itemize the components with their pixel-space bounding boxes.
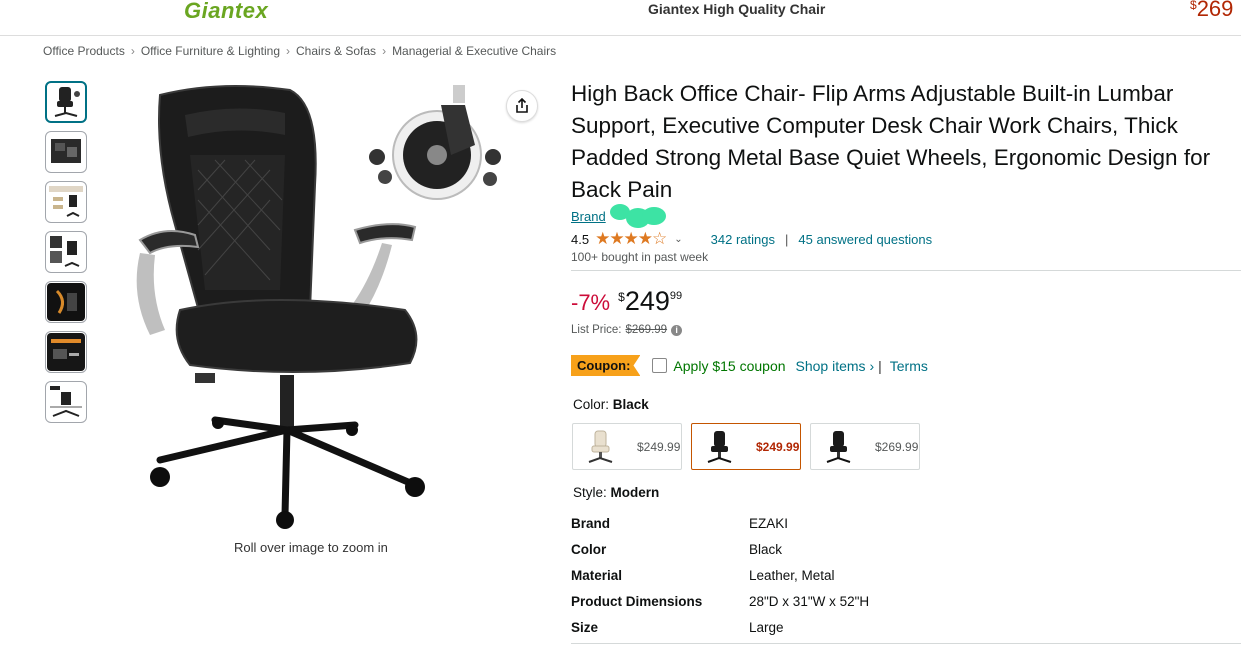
header-price: $269 xyxy=(1190,0,1234,21)
spec-key: Brand xyxy=(571,515,611,531)
chair-thumbnail-icon xyxy=(54,87,80,117)
separator: | xyxy=(785,231,789,247)
color-option-black-selected[interactable]: $249.99 xyxy=(691,423,801,470)
spec-row: Color Black xyxy=(571,536,1241,562)
rating-value: 4.5 xyxy=(571,231,590,247)
price-fraction: 99 xyxy=(669,290,683,302)
ratings-count-link[interactable]: 342 ratings xyxy=(711,232,775,247)
chevron-down-icon[interactable]: ⌄ xyxy=(674,234,682,245)
shop-items-link[interactable]: Shop items › xyxy=(796,358,875,374)
coupon-terms-link[interactable]: Terms xyxy=(890,358,928,374)
breadcrumb-chairs-sofas[interactable]: Chairs & Sofas xyxy=(296,44,376,58)
black-chair-icon xyxy=(826,430,851,463)
rating-stars-icon[interactable]: ★★★★☆ xyxy=(595,229,667,249)
answered-questions-link[interactable]: 45 answered questions xyxy=(798,232,932,247)
zoom-hint: Roll over image to zoom in xyxy=(234,540,388,555)
info-icon[interactable]: i xyxy=(671,324,683,336)
price-currency: $ xyxy=(618,290,625,304)
bought-in-past-week: 100+ bought in past week xyxy=(571,250,709,264)
spec-row: Material Leather, Metal xyxy=(571,562,1241,588)
beige-chair-icon xyxy=(588,430,613,463)
color-swatches: $249.99 $249.99 $269.99 xyxy=(572,423,920,470)
breadcrumb-separator: › xyxy=(382,44,387,58)
spec-key: Material xyxy=(571,567,623,583)
coupon-badge: Coupon: xyxy=(571,355,641,376)
breadcrumb-separator: › xyxy=(130,44,135,58)
spec-key: Color xyxy=(571,541,607,557)
product-title: High Back Office Chair- Flip Arms Adjust… xyxy=(571,81,1211,202)
thumbnail-4[interactable] xyxy=(45,231,87,273)
breadcrumb-office-products[interactable]: Office Products xyxy=(43,44,125,58)
specs-table: Brand EZAKI Color Black Material Leather, M… xyxy=(571,510,1241,640)
selected-color: Black xyxy=(612,397,649,412)
giantex-logo[interactable]: Giantex xyxy=(184,0,268,24)
spec-value: Large xyxy=(749,619,784,635)
black-chair-icon xyxy=(707,430,732,463)
brand-store-link[interactable]: Brand xyxy=(571,209,606,224)
list-price-label: List Price: xyxy=(571,324,622,336)
thumbnail-1[interactable] xyxy=(45,81,87,123)
spec-row: Brand EZAKI xyxy=(571,510,1241,536)
color-option-black-alt[interactable]: $269.99 xyxy=(810,423,920,470)
spec-row: Product Dimensions 28"D x 31"W x 52"H xyxy=(571,588,1241,614)
color-label: Color: Black xyxy=(573,397,649,412)
header-title: Giantex High Quality Chair xyxy=(648,1,826,17)
chair-lumbar-thumbnail-icon xyxy=(47,283,85,321)
chair-features-thumbnail-icon xyxy=(50,236,80,267)
style-label: Style: Modern xyxy=(573,485,660,500)
selected-style: Modern xyxy=(610,485,660,500)
color-option-price: $249.99 xyxy=(637,439,681,454)
redaction-blob xyxy=(610,204,666,228)
color-option-price: $249.99 xyxy=(756,439,800,454)
thumbnail-2[interactable] xyxy=(45,131,87,173)
thumbnail-7[interactable] xyxy=(45,381,87,423)
share-icon xyxy=(516,98,528,113)
separator: | xyxy=(878,357,882,374)
chair-dimensions-thumbnail-icon xyxy=(50,386,82,417)
apply-coupon-checkbox[interactable] xyxy=(652,358,668,373)
price-whole: 249 xyxy=(624,286,670,316)
breadcrumb-separator: › xyxy=(286,44,291,58)
breadcrumb: Office Products › Office Furniture & Lig… xyxy=(43,44,556,58)
spec-row: Size Large xyxy=(571,614,1241,640)
list-price-value: $269.99 xyxy=(625,324,668,336)
discount-percent: -7% xyxy=(571,290,611,315)
apply-coupon-label[interactable]: Apply $15 coupon xyxy=(673,358,785,374)
spec-key: Size xyxy=(571,619,599,635)
rating-row: 4.5 ★★★★☆ ⌄ 342 ratings | 45 answered qu… xyxy=(571,229,932,249)
color-option-price: $269.99 xyxy=(875,439,919,454)
breadcrumb-office-furniture[interactable]: Office Furniture & Lighting xyxy=(141,44,280,58)
thumbnail-6[interactable] xyxy=(45,331,87,373)
top-bar: Giantex Giantex High Quality Chair $269 xyxy=(0,0,1241,36)
main-product-image[interactable] xyxy=(120,75,540,545)
chair-infographic-thumbnail-icon xyxy=(49,186,83,217)
color-option-beige[interactable]: $249.99 xyxy=(572,423,682,470)
spec-value: EZAKI xyxy=(749,515,789,531)
spec-value: 28"D x 31"W x 52"H xyxy=(749,593,870,609)
chair-armrest-thumbnail-icon xyxy=(47,333,85,371)
thumbnail-3[interactable] xyxy=(45,181,87,223)
thumbnail-list xyxy=(45,81,87,423)
price-block: -7% $ 249 99 xyxy=(571,286,682,316)
breadcrumb-managerial-chairs[interactable]: Managerial & Executive Chairs xyxy=(392,44,556,58)
list-price: List Price: $269.99 i xyxy=(571,324,683,336)
divider xyxy=(571,643,1241,644)
spec-value: Black xyxy=(749,541,783,557)
thumbnail-5[interactable] xyxy=(45,281,87,323)
chair-detail-thumbnail-icon xyxy=(51,139,81,163)
spec-key: Product Dimensions xyxy=(571,593,703,609)
share-button[interactable] xyxy=(506,90,538,122)
spec-value: Leather, Metal xyxy=(749,567,835,583)
divider xyxy=(571,270,1241,271)
coupon-row: Coupon: Apply $15 coupon Shop items › | … xyxy=(571,355,928,376)
